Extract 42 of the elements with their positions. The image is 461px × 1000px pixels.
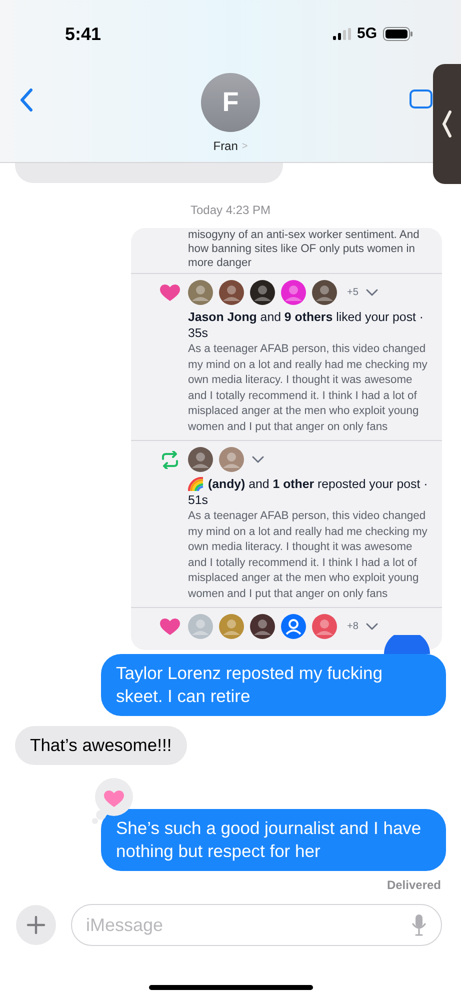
repost-icon [160, 451, 180, 469]
message-bubble: Taylor Lorenz reposted my fucking skeet. I can retire [101, 654, 446, 716]
avatar [312, 280, 337, 305]
delivery-status: Delivered [386, 877, 441, 894]
more-count: +8 [347, 620, 358, 634]
battery-icon [383, 27, 413, 41]
chevron-down-icon[interactable] [366, 289, 378, 296]
chevron-down-icon[interactable] [252, 456, 264, 463]
heart-icon [160, 284, 180, 302]
contact-name[interactable]: Fran [213, 137, 238, 155]
message-field[interactable]: iMessage [71, 904, 442, 946]
more-count: +5 [347, 286, 358, 300]
post-text: As a teenager AFAB person, this video changed my mind on a lot and really had me checking my own media literacy. I thought it was awesome and I totally recommend it. I think I had a lot of misplaced anger at the men who exploit young women and I put that anger on only fans [188, 342, 428, 434]
avatar [281, 280, 306, 305]
avatar [188, 280, 213, 305]
chevron-down-icon[interactable] [366, 623, 378, 630]
video-icon[interactable] [409, 89, 433, 109]
notification-text: Jason Jong and 9 others liked your post · 35s [188, 309, 425, 341]
avatar [312, 614, 337, 639]
network-label: 5G [356, 24, 377, 44]
avatar [219, 280, 244, 305]
avatar [219, 447, 244, 472]
message-bubble: That’s awesome!!! [15, 726, 187, 765]
avatar [188, 614, 213, 639]
post-excerpt: misogyny of an anti-sex worker sentiment. And how banning sites like OF only puts women in more danger [131, 228, 442, 274]
avatar [250, 614, 275, 639]
plus-button[interactable] [16, 905, 56, 945]
timestamp: Today 4:23 PM [190, 202, 271, 219]
chevron-label: > [242, 140, 248, 154]
notification-text: (andy) and 1 other reposted your post · 51s [188, 476, 429, 508]
side-handle[interactable] [433, 64, 461, 184]
signal-icon [332, 28, 351, 40]
floating-button[interactable] [384, 635, 430, 654]
back-icon[interactable] [19, 88, 33, 112]
avatar [219, 614, 244, 639]
heart-icon [160, 618, 180, 636]
avatar [250, 280, 275, 305]
post-text: As a teenager AFAB person, this video changed my mind on a lot and really had me checking my own media literacy. I thought it was awesome and I totally recommend it. I think I had a lot of misplaced anger at the men who exploit young women and I put that anger on only fans [188, 509, 428, 602]
status-time: 5:41 [65, 22, 102, 46]
avatar [281, 614, 306, 639]
message-bubble: She’s such a good journalist and I have nothing but respect for her [101, 809, 446, 871]
avatar [188, 447, 213, 472]
